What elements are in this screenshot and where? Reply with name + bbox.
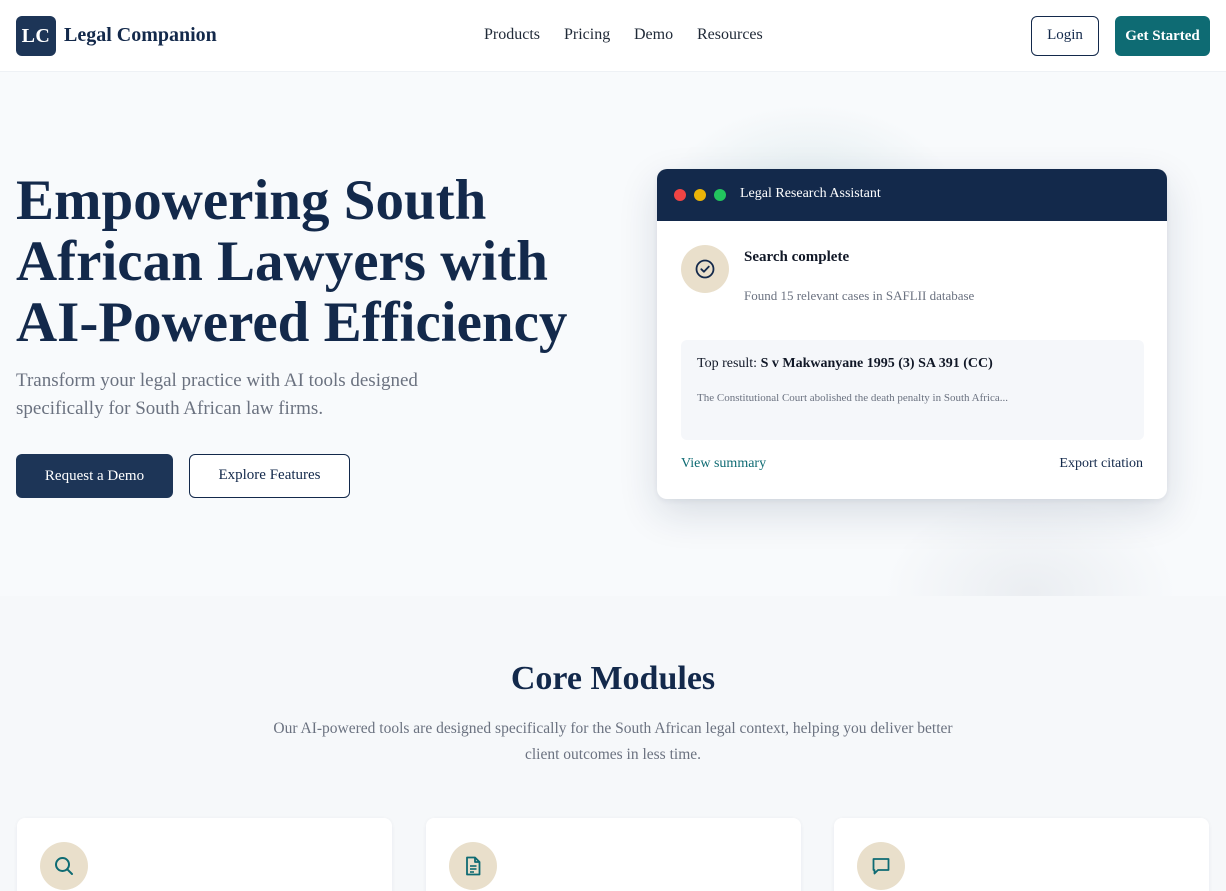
- top-result-label: Top result:: [697, 356, 758, 371]
- module-card-research[interactable]: [17, 818, 392, 891]
- logo-mark[interactable]: LC: [16, 16, 56, 56]
- card-titlebar: Legal Research Assistant: [657, 169, 1167, 221]
- logo-text[interactable]: Legal Companion: [64, 24, 217, 47]
- window-dot-green: [714, 189, 726, 201]
- document-icon: [449, 842, 497, 890]
- module-card-documents[interactable]: [426, 818, 801, 891]
- status-title: Search complete: [744, 249, 850, 265]
- nav-resources[interactable]: Resources: [697, 26, 763, 44]
- view-summary-link[interactable]: View summary: [681, 456, 766, 472]
- hero-section: Empowering South African Lawyers with AI…: [0, 73, 1226, 693]
- site-header: LC Legal Companion Products Pricing Demo…: [0, 0, 1226, 72]
- export-citation-link[interactable]: Export citation: [1059, 456, 1143, 472]
- top-result-box: Top result: S v Makwanyane 1995 (3) SA 3…: [681, 340, 1144, 440]
- research-assistant-card: Legal Research Assistant Search complete…: [657, 169, 1167, 499]
- login-button[interactable]: Login: [1031, 16, 1099, 56]
- hero-title: Empowering South African Lawyers with AI…: [16, 169, 568, 354]
- nav-products[interactable]: Products: [484, 26, 540, 44]
- status-description: Found 15 relevant cases in SAFLII databa…: [744, 288, 975, 303]
- modules-description: Our AI-powered tools are designed specif…: [273, 720, 953, 763]
- search-icon: [40, 842, 88, 890]
- get-started-button[interactable]: Get Started: [1115, 16, 1210, 56]
- top-result-case: S v Makwanyane 1995 (3) SA 391 (CC): [760, 356, 993, 371]
- window-dot-red: [674, 189, 686, 201]
- hero-subtitle: Transform your legal practice with AI to…: [16, 370, 418, 419]
- explore-features-button[interactable]: Explore Features: [189, 454, 350, 498]
- top-result-line: Top result: S v Makwanyane 1995 (3) SA 3…: [697, 356, 993, 372]
- top-result-excerpt: The Constitutional Court abolished the d…: [697, 392, 1009, 404]
- request-demo-button[interactable]: Request a Demo: [16, 454, 173, 498]
- nav-pricing[interactable]: Pricing: [564, 26, 610, 44]
- card-title: Legal Research Assistant: [740, 186, 881, 201]
- nav-demo[interactable]: Demo: [634, 26, 673, 44]
- modules-title: Core Modules: [510, 660, 716, 697]
- window-dot-yellow: [694, 189, 706, 201]
- core-modules-section: Core Modules Our AI-powered tools are de…: [0, 596, 1226, 891]
- module-card-chat[interactable]: [834, 818, 1209, 891]
- chat-icon: [857, 842, 905, 890]
- check-circle-icon: [681, 245, 729, 293]
